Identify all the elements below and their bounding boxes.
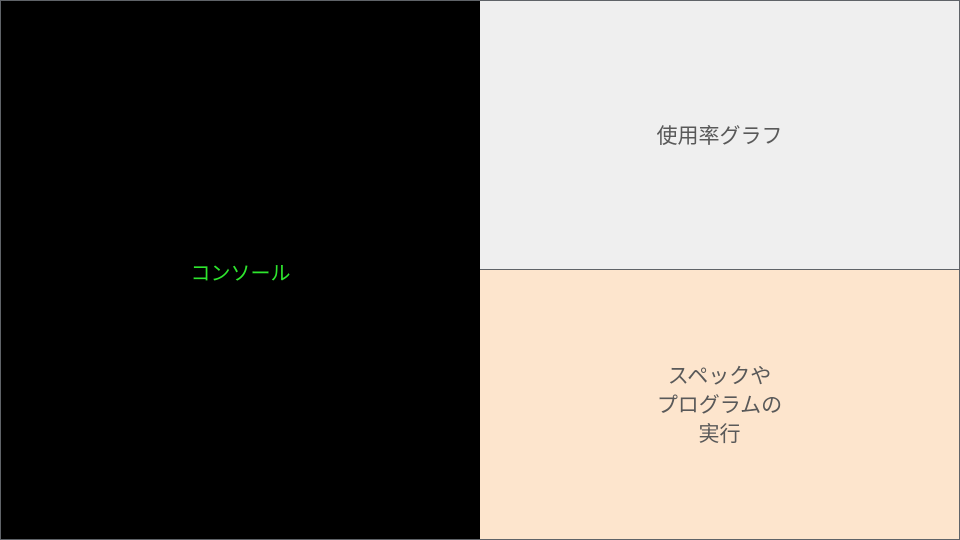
spec-execution-label: スペックや プログラムの 実行 <box>657 362 782 449</box>
layout-diagram: コンソール 使用率グラフ スペックや プログラムの 実行 <box>0 0 960 540</box>
usage-graph-label: 使用率グラフ <box>656 124 783 148</box>
spec-line-1: スペックや <box>667 364 772 388</box>
console-label: コンソール <box>190 260 291 285</box>
usage-graph-panel: 使用率グラフ <box>480 0 960 270</box>
spec-line-3: 実行 <box>698 422 741 446</box>
spec-execution-panel: スペックや プログラムの 実行 <box>480 269 960 540</box>
spec-line-2: プログラムの <box>656 393 783 417</box>
console-panel: コンソール <box>0 0 481 540</box>
